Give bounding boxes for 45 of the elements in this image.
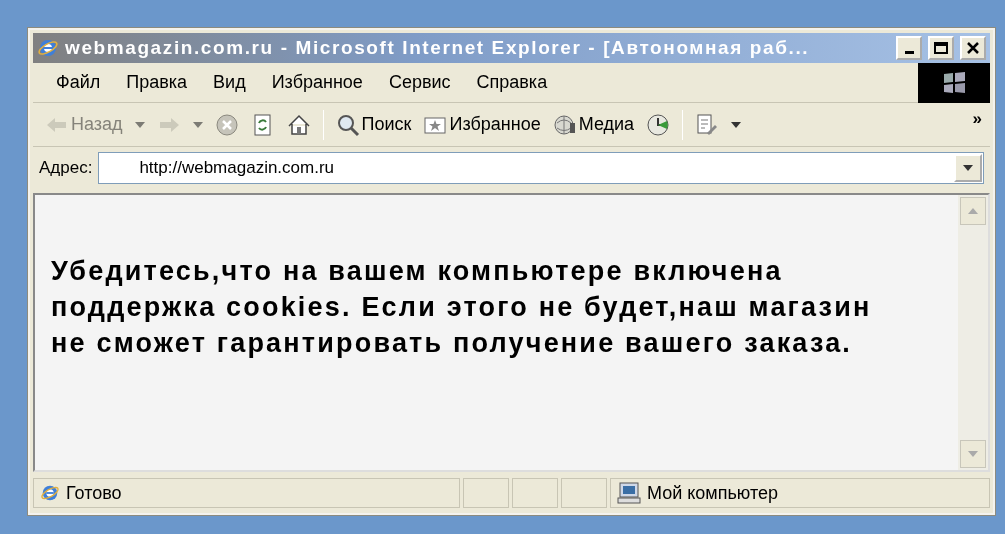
- search-button[interactable]: Поиск: [331, 107, 416, 142]
- address-label: Адрес:: [39, 158, 93, 178]
- minimize-icon: [904, 51, 914, 54]
- down-arrow-icon: [968, 451, 978, 457]
- scroll-down-button[interactable]: [960, 440, 986, 468]
- media-globe-icon: [552, 112, 577, 137]
- toolbar-overflow-button[interactable]: »: [972, 109, 982, 129]
- menu-item[interactable]: Справка: [463, 72, 561, 93]
- close-icon: [967, 42, 979, 54]
- scrollbar[interactable]: [958, 195, 988, 470]
- page-icon: [40, 483, 60, 503]
- windows-flag-icon: [941, 70, 967, 95]
- scroll-up-button[interactable]: [960, 197, 986, 225]
- caret-icon: [963, 165, 973, 171]
- edit-document-icon: [695, 112, 720, 137]
- stop-icon: [214, 112, 239, 137]
- caret-icon: [731, 121, 742, 128]
- favorites-button[interactable]: Избранное: [419, 107, 545, 142]
- menu-item[interactable]: Избранное: [258, 72, 376, 93]
- maximize-button[interactable]: [928, 36, 954, 60]
- status-panel: [463, 478, 509, 508]
- address-field[interactable]: http://webmagazin.com.ru: [98, 152, 984, 184]
- zone-text: Мой компьютер: [647, 482, 779, 504]
- menu-item[interactable]: Файл: [43, 72, 114, 93]
- address-dropdown-button[interactable]: [954, 154, 982, 182]
- computer-icon: [617, 482, 641, 504]
- caret-icon: [134, 121, 145, 128]
- up-arrow-icon: [968, 208, 978, 214]
- status-text: Готово: [66, 482, 122, 504]
- maximize-icon: [934, 42, 948, 54]
- menu-item[interactable]: Вид: [200, 72, 259, 93]
- minimize-button[interactable]: [896, 36, 922, 60]
- caret-icon: [192, 121, 203, 128]
- browser-logo-icon: [37, 37, 59, 59]
- clock-icon: [646, 112, 671, 137]
- media-button[interactable]: Медиа: [548, 107, 639, 142]
- status-panel: [561, 478, 607, 508]
- home-icon: [286, 112, 311, 137]
- search-icon: [335, 112, 360, 137]
- menu-item[interactable]: Правка: [113, 72, 201, 93]
- menu-item[interactable]: Сервис: [375, 72, 464, 93]
- window-title: webmagazin.com.ru - Microsoft Internet Explorer - [Автономная раб...: [65, 37, 811, 59]
- status-panel: [512, 478, 558, 508]
- cookies-notice: Убедитесь,что на вашем компьютере включена поддержка cookies. Если этого не будет,наш магазин не сможет гарантировать получение вашего заказа.: [51, 255, 873, 360]
- close-button[interactable]: [960, 36, 986, 60]
